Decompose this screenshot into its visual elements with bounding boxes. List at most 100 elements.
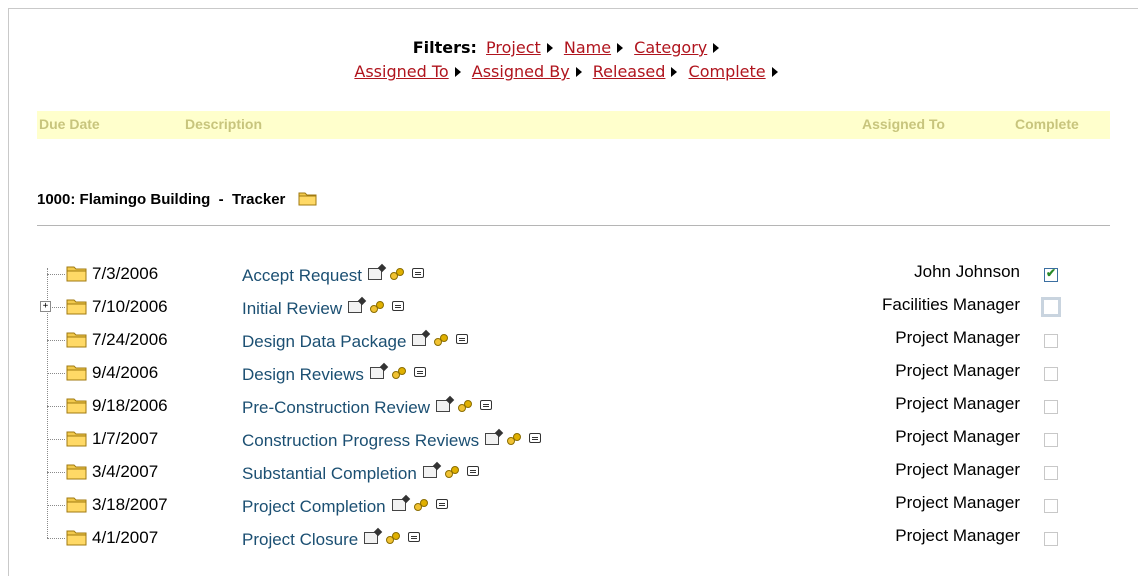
task-description[interactable]: Design Data Package <box>242 332 406 351</box>
tree-branch-line <box>47 406 65 407</box>
task-actions <box>348 301 405 315</box>
task-description[interactable]: Pre-Construction Review <box>242 398 430 417</box>
task-actions <box>364 532 421 546</box>
notes-icon[interactable] <box>408 532 421 542</box>
folder-icon[interactable] <box>298 190 318 210</box>
task-due-date: 1/7/2007 <box>92 429 159 448</box>
complete-checkbox[interactable] <box>1041 297 1061 317</box>
permissions-icon[interactable] <box>390 268 405 282</box>
column-header-due-date[interactable]: Due Date <box>39 116 100 132</box>
permissions-icon[interactable] <box>458 400 473 414</box>
task-assigned-to: Project Manager <box>895 427 1020 446</box>
notes-icon[interactable] <box>413 367 426 377</box>
filter-project-link[interactable]: Project <box>486 38 541 57</box>
task-description-link[interactable]: Design Data Package <box>242 332 469 352</box>
column-header-row: Due Date Description Assigned To Complet… <box>37 111 1110 139</box>
task-description-link[interactable]: Project Completion <box>242 497 448 517</box>
filter-complete-link[interactable]: Complete <box>689 62 766 81</box>
task-description[interactable]: Accept Request <box>242 266 362 285</box>
task-description[interactable]: Substantial Completion <box>242 464 417 483</box>
filter-assigned-to-link[interactable]: Assigned To <box>354 62 448 81</box>
task-description[interactable]: Initial Review <box>242 299 342 318</box>
folder-icon[interactable] <box>66 528 88 551</box>
folder-icon[interactable] <box>66 429 88 452</box>
complete-checkbox[interactable] <box>1044 466 1058 480</box>
task-description-link[interactable]: Initial Review <box>242 299 405 319</box>
checkmark-icon: ✔ <box>1046 266 1057 280</box>
task-due-date: 3/4/2007 <box>92 462 159 481</box>
frame-top-border <box>8 8 1138 9</box>
task-description[interactable]: Project Completion <box>242 497 386 516</box>
notes-icon[interactable] <box>435 499 448 509</box>
complete-checkbox[interactable] <box>1044 499 1058 513</box>
filter-name-link[interactable]: Name <box>564 38 611 57</box>
task-description[interactable]: Design Reviews <box>242 365 364 384</box>
task-due-date: 9/4/2006 <box>92 363 159 382</box>
task-description-link[interactable]: Substantial Completion <box>242 464 479 484</box>
task-due-date: 7/24/2006 <box>92 330 168 349</box>
task-due-date: 9/18/2006 <box>92 396 168 415</box>
task-description-link[interactable]: Construction Progress Reviews <box>242 431 542 451</box>
filter-category-link[interactable]: Category <box>634 38 707 57</box>
permissions-icon[interactable] <box>444 466 459 480</box>
edit-properties-icon[interactable] <box>391 499 406 511</box>
notes-icon[interactable] <box>529 433 542 443</box>
folder-icon[interactable] <box>66 264 88 287</box>
task-description[interactable]: Construction Progress Reviews <box>242 431 479 450</box>
folder-icon[interactable] <box>66 363 88 386</box>
permissions-icon[interactable] <box>413 499 428 513</box>
task-description-link[interactable]: Project Closure <box>242 530 421 550</box>
edit-properties-icon[interactable] <box>485 433 500 445</box>
expand-icon[interactable]: + <box>40 301 51 312</box>
notes-icon[interactable] <box>456 334 469 344</box>
filter-released-link[interactable]: Released <box>593 62 666 81</box>
edit-properties-icon[interactable] <box>348 301 363 313</box>
tree-branch-line <box>47 472 65 473</box>
folder-icon[interactable] <box>66 462 88 485</box>
complete-checkbox[interactable] <box>1044 367 1058 381</box>
complete-checkbox[interactable]: ✔ <box>1044 266 1058 282</box>
complete-checkbox[interactable] <box>1044 433 1058 447</box>
folder-icon[interactable] <box>66 330 88 353</box>
notes-icon[interactable] <box>480 400 493 410</box>
task-description[interactable]: Project Closure <box>242 530 358 549</box>
edit-properties-icon[interactable] <box>436 400 451 412</box>
complete-checkbox[interactable] <box>1044 400 1058 414</box>
complete-checkbox[interactable] <box>1044 532 1058 546</box>
column-header-assigned-to[interactable]: Assigned To <box>862 116 945 132</box>
task-description-link[interactable]: Pre-Construction Review <box>242 398 493 418</box>
arrow-right-icon <box>546 43 553 53</box>
task-description-link[interactable]: Design Reviews <box>242 365 426 385</box>
edit-properties-icon[interactable] <box>369 367 384 379</box>
edit-properties-icon[interactable] <box>422 466 437 478</box>
task-row: 9/18/2006 Pre-Construction Review Project … <box>0 394 1138 426</box>
permissions-icon[interactable] <box>434 334 449 348</box>
project-heading: 1000: Flamingo Building - Tracker <box>37 190 318 210</box>
task-due-date: 7/3/2006 <box>92 264 159 283</box>
folder-icon[interactable] <box>66 396 88 419</box>
column-header-complete[interactable]: Complete <box>1015 116 1079 132</box>
folder-icon[interactable] <box>66 495 88 518</box>
notes-icon[interactable] <box>412 268 425 278</box>
permissions-icon[interactable] <box>507 433 522 447</box>
task-actions <box>369 367 426 381</box>
tree-branch-line <box>47 505 65 506</box>
filter-assigned-by-link[interactable]: Assigned By <box>472 62 570 81</box>
task-row: 4/1/2007 Project Closure Project Manager <box>0 526 1138 558</box>
permissions-icon[interactable] <box>386 532 401 546</box>
column-header-description[interactable]: Description <box>185 116 262 132</box>
task-description-link[interactable]: Accept Request <box>242 266 425 286</box>
folder-icon[interactable] <box>66 297 88 320</box>
notes-icon[interactable] <box>466 466 479 476</box>
notes-icon[interactable] <box>392 301 405 311</box>
permissions-icon[interactable] <box>370 301 385 315</box>
edit-properties-icon[interactable] <box>368 268 383 280</box>
complete-checkbox[interactable] <box>1044 334 1058 348</box>
edit-properties-icon[interactable] <box>412 334 427 346</box>
edit-properties-icon[interactable] <box>364 532 379 544</box>
permissions-icon[interactable] <box>391 367 406 381</box>
task-due-date: 7/10/2006 <box>92 297 168 316</box>
task-row: 3/18/2007 Project Completion Project Manag… <box>0 493 1138 525</box>
task-row: 3/4/2007 Substantial Completion Project Ma… <box>0 460 1138 492</box>
arrow-right-icon <box>617 43 624 53</box>
